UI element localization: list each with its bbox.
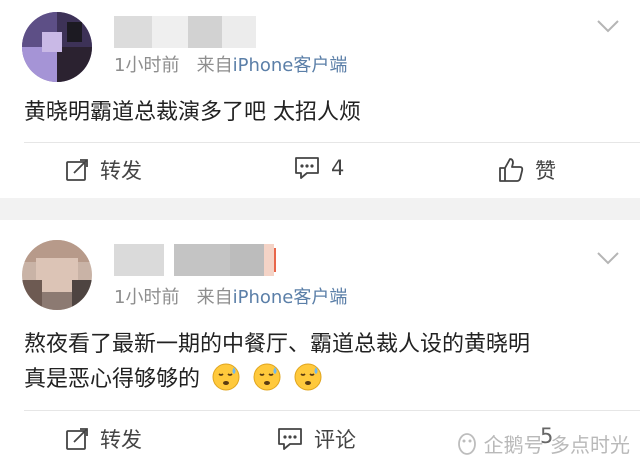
post-time: 1小时前 xyxy=(114,55,180,76)
repost-button[interactable]: 转发 xyxy=(64,424,142,454)
repost-icon xyxy=(66,159,88,181)
sweat-emoji-icon xyxy=(253,363,281,391)
avatar[interactable] xyxy=(22,240,92,310)
chevron-down-icon[interactable] xyxy=(596,250,620,266)
post-content-line-2-text: 真是恶心得够够的 xyxy=(24,367,201,392)
post-content: 黄晓明霸道总裁演多了吧 太招人烦 xyxy=(24,100,361,125)
watermark: 企鹅号 多点时光 xyxy=(456,429,630,458)
post-time: 1小时前 xyxy=(114,287,180,308)
chevron-down-icon[interactable] xyxy=(596,18,620,34)
comment-button[interactable]: 4 xyxy=(293,155,344,181)
comment-count: 4 xyxy=(331,156,345,180)
repost-icon xyxy=(66,428,88,450)
like-label: 赞 xyxy=(535,159,556,183)
divider xyxy=(24,142,640,143)
watermark-text: 企鹅号 多点时光 xyxy=(483,433,630,457)
post-content: 熬夜看了最新一期的中餐厅、霸道总裁人设的黄晓明 真是恶心得够够的 xyxy=(24,328,624,397)
source-prefix: 来自 xyxy=(196,55,233,76)
sweat-emoji-icon xyxy=(294,363,322,391)
post-meta: 1小时前 来自iPhone客户端 xyxy=(114,283,347,309)
comment-label: 评论 xyxy=(314,428,356,452)
comment-button[interactable]: 评论 xyxy=(276,424,356,454)
divider xyxy=(24,410,640,411)
post-content-line-1: 熬夜看了最新一期的中餐厅、霸道总裁人设的黄晓明 xyxy=(24,332,531,357)
penguin-logo-icon xyxy=(457,432,476,455)
comment-icon xyxy=(278,428,302,450)
sweat-emoji-icon xyxy=(212,363,240,391)
like-icon xyxy=(499,158,524,182)
source-link[interactable]: iPhone客户端 xyxy=(233,287,348,308)
post-separator xyxy=(0,198,640,220)
comment-icon xyxy=(295,157,319,179)
repost-button[interactable]: 转发 xyxy=(64,155,142,185)
repost-label: 转发 xyxy=(100,159,142,183)
post-content-line-2: 真是恶心得够够的 xyxy=(24,362,624,397)
source-link[interactable]: iPhone客户端 xyxy=(233,55,348,76)
source-prefix: 来自 xyxy=(196,287,233,308)
avatar[interactable] xyxy=(22,12,92,82)
repost-label: 转发 xyxy=(100,428,142,452)
weibo-post-1: 1小时前 来自iPhone客户端 黄晓明霸道总裁演多了吧 太招人烦 转发 4 赞 xyxy=(0,0,640,198)
post-meta: 1小时前 来自iPhone客户端 xyxy=(114,51,347,77)
like-button[interactable]: 赞 xyxy=(497,155,556,185)
